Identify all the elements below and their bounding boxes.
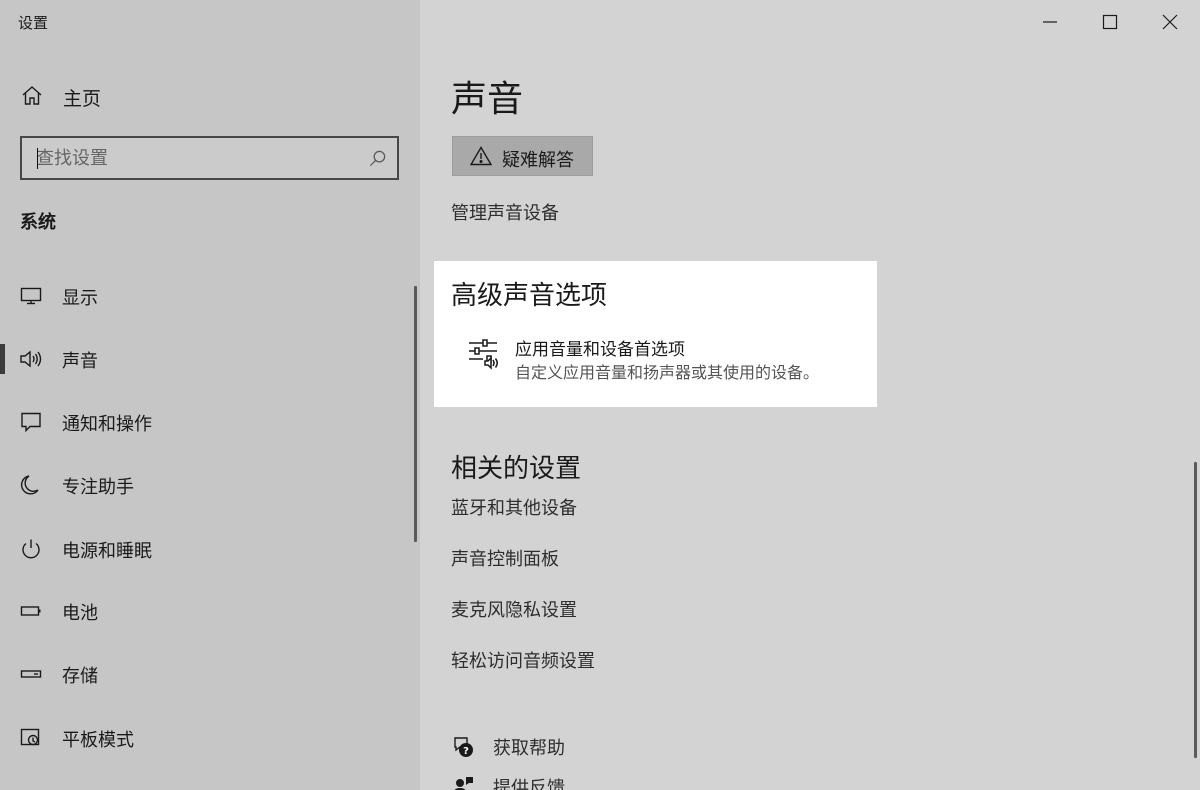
sidebar-item-label: 通知和操作 [62, 414, 152, 435]
related-link-ease-of-access-audio[interactable]: 轻松访问音频设置 [451, 647, 595, 673]
related-link-sound-control-panel[interactable]: 声音控制面板 [451, 545, 559, 571]
notification-icon [21, 412, 41, 433]
help-chat-icon: ? [454, 737, 473, 757]
close-icon [1162, 14, 1178, 30]
battery-icon [20, 606, 41, 616]
main-content: 声音 疑难解答 管理声音设备 高级声音选项 应用音量和设备首选项 自定义应用音量… [420, 0, 1200, 790]
home-icon [22, 86, 42, 105]
close-button[interactable] [1140, 0, 1200, 44]
get-help-link[interactable]: ? 获取帮助 [451, 730, 691, 762]
speaker-icon [20, 350, 42, 368]
sidebar-item-battery[interactable]: 电池 [0, 589, 408, 633]
maximize-icon [1102, 14, 1118, 30]
feedback-label: 提供反馈 [493, 778, 565, 790]
tablet-mode-icon [20, 728, 40, 746]
advanced-sound-options-title: 高级声音选项 [451, 281, 608, 311]
sidebar-item-storage[interactable]: 存储 [0, 652, 408, 696]
sidebar-item-power[interactable]: 电源和睡眠 [0, 527, 408, 571]
text-cursor [37, 148, 38, 169]
sidebar-item-notifications[interactable]: 通知和操作 [0, 400, 408, 444]
get-help-label: 获取帮助 [493, 738, 565, 759]
settings-window: 设置 主页 系统 显示 [0, 0, 1200, 790]
main-scrollbar[interactable] [1194, 462, 1197, 758]
related-link-microphone-privacy[interactable]: 麦克风隐私设置 [451, 596, 577, 622]
sidebar-item-focus-assist[interactable]: 专注助手 [0, 463, 408, 507]
feedback-link[interactable]: 提供反馈 [451, 770, 691, 790]
sidebar-item-label: 专注助手 [62, 477, 134, 498]
sidebar-item-label: 电池 [62, 603, 98, 624]
display-icon [20, 287, 42, 305]
troubleshoot-label: 疑难解答 [502, 150, 574, 171]
mixer-sliders-icon [469, 339, 498, 370]
related-link-bluetooth[interactable]: 蓝牙和其他设备 [451, 494, 577, 520]
sidebar-item-display[interactable]: 显示 [0, 274, 408, 318]
app-volume-title: 应用音量和设备首选项 [515, 340, 685, 360]
sidebar: 设置 主页 系统 显示 [0, 0, 420, 790]
search-input[interactable] [22, 138, 371, 178]
sidebar-item-label: 平板模式 [62, 730, 134, 751]
maximize-button[interactable] [1080, 0, 1140, 44]
search-box[interactable] [20, 136, 399, 180]
sidebar-item-label: 声音 [62, 351, 98, 372]
search-icon[interactable] [368, 149, 387, 168]
power-icon [22, 539, 40, 559]
moon-icon [20, 475, 39, 495]
advanced-sound-options-card: 高级声音选项 应用音量和设备首选项 自定义应用音量和扬声器或其使用的设备。 [434, 261, 877, 407]
sidebar-item-label: 电源和睡眠 [62, 541, 152, 562]
sidebar-item-sound[interactable]: 声音 [0, 337, 408, 381]
manage-sound-devices-link[interactable]: 管理声音设备 [451, 199, 559, 225]
troubleshoot-button[interactable]: 疑难解答 [452, 136, 593, 176]
sidebar-item-label: 存储 [62, 666, 98, 687]
home-nav-item[interactable]: 主页 [0, 76, 420, 116]
app-volume-description: 自定义应用音量和扬声器或其使用的设备。 [515, 363, 820, 382]
sidebar-item-label: 显示 [62, 288, 98, 309]
selection-indicator [0, 344, 5, 374]
sidebar-scrollbar[interactable] [414, 286, 417, 542]
sidebar-item-tablet-mode[interactable]: 平板模式 [0, 716, 408, 760]
section-title: 系统 [20, 212, 56, 233]
minimize-icon [1043, 21, 1057, 23]
storage-icon [20, 670, 42, 678]
feedback-icon [454, 777, 473, 790]
home-label: 主页 [63, 88, 102, 110]
warning-icon [470, 146, 492, 166]
related-settings-title: 相关的设置 [451, 454, 582, 484]
minimize-button[interactable] [1020, 0, 1080, 44]
svg-text:?: ? [463, 746, 469, 757]
page-title: 声音 [451, 79, 524, 120]
app-volume-device-preferences[interactable]: 应用音量和设备首选项 自定义应用音量和扬声器或其使用的设备。 [451, 333, 861, 383]
window-title: 设置 [18, 14, 49, 32]
